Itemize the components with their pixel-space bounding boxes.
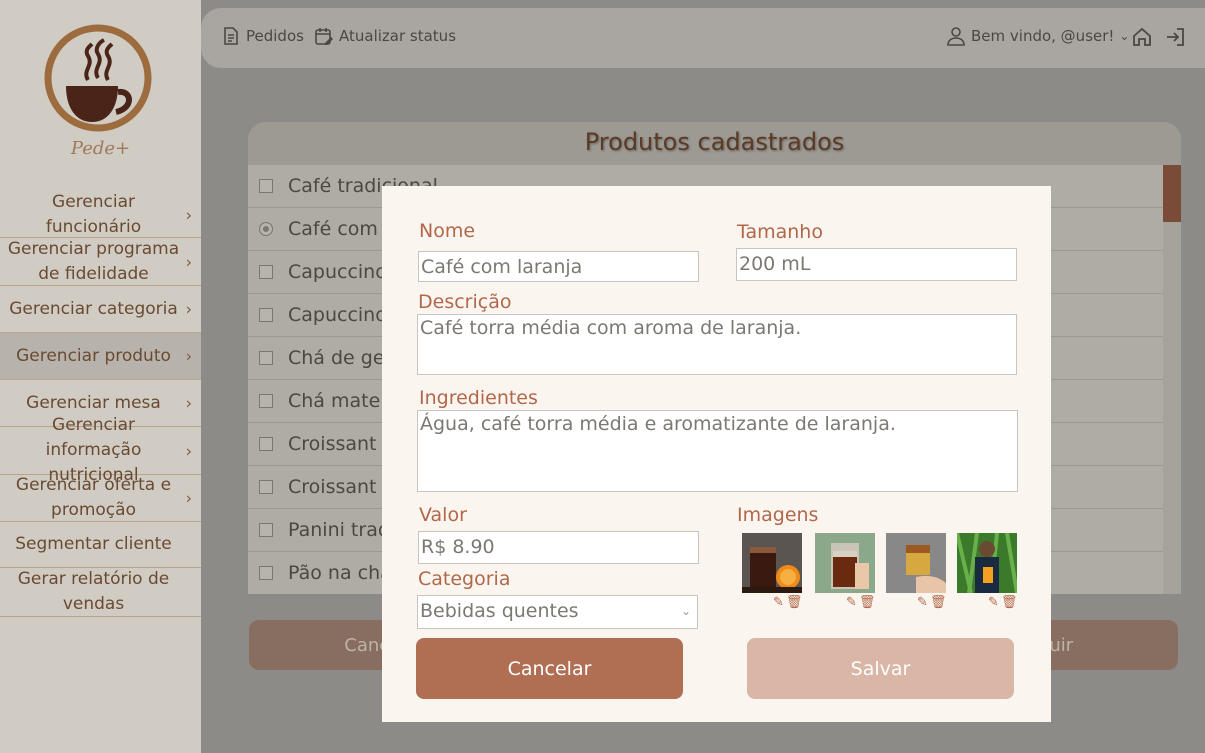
product-name: Capuccino (288, 261, 387, 283)
sidebar-item-label: Gerenciar categoria (9, 298, 178, 319)
checkbox[interactable] (259, 437, 273, 451)
checkbox[interactable] (259, 566, 273, 580)
product-name: Croissant (288, 433, 377, 455)
ingredients-field[interactable]: Água, café torra média e aromatizante de… (417, 410, 1018, 492)
image-actions: ✎ 🗑 (988, 595, 1017, 610)
images-label: Imagens (737, 504, 819, 526)
trash-icon[interactable]: 🗑 (859, 595, 876, 610)
chevron-right-icon: › (185, 441, 192, 460)
orders-link[interactable]: Pedidos (221, 26, 304, 46)
category-label: Categoria (418, 568, 511, 590)
sidebar: Pede+ Gerenciar funcionário › Gerenciar … (0, 0, 201, 753)
sidebar-item-fidelidade[interactable]: Gerenciar programa de fidelidade › (0, 238, 201, 286)
product-image-thumbnail[interactable] (742, 533, 802, 593)
product-image-thumbnail[interactable] (815, 533, 875, 593)
user-icon (947, 27, 965, 46)
product-image-thumbnail[interactable] (957, 533, 1017, 593)
brand-name: Pede+ (70, 138, 131, 159)
checkbox[interactable] (259, 308, 273, 322)
image-actions: ✎ 🗑 (917, 595, 946, 610)
document-icon (224, 27, 238, 45)
image-actions: ✎ 🗑 (846, 595, 875, 610)
chevron-right-icon: › (185, 299, 192, 319)
home-icon[interactable] (1131, 26, 1153, 48)
save-button[interactable]: Salvar (747, 638, 1014, 699)
checkbox[interactable] (259, 523, 273, 537)
checkbox[interactable] (259, 394, 273, 408)
edit-icon[interactable]: ✎ (988, 595, 999, 610)
sidebar-item-label: Gerenciar produto (16, 345, 171, 366)
sidebar-item-label: Gerenciar oferta e promoção (15, 475, 172, 520)
image-actions: ✎ 🗑 (773, 595, 802, 610)
sidebar-menu: Gerenciar funcionário › Gerenciar progra… (0, 192, 201, 617)
sidebar-item-funcionario[interactable]: Gerenciar funcionário › (0, 192, 201, 238)
chevron-down-icon: ⌄ (1119, 29, 1130, 43)
scrollbar[interactable] (1163, 165, 1181, 594)
description-label: Descrição (418, 291, 512, 313)
edit-product-modal: Nome Café com laranja Tamanho 200 mL Des… (382, 186, 1051, 722)
sidebar-item-label: Gerar relatório de vendas (17, 569, 170, 614)
product-image-thumbnail[interactable] (886, 533, 946, 593)
trash-icon[interactable]: 🗑 (1001, 595, 1018, 610)
checkbox[interactable] (259, 222, 273, 236)
orders-label: Pedidos (246, 27, 304, 45)
sidebar-item-relatorio[interactable]: Gerar relatório de vendas (0, 568, 201, 617)
chevron-right-icon: › (185, 252, 192, 271)
name-label: Nome (419, 220, 476, 242)
size-label: Tamanho (737, 221, 823, 243)
trash-icon[interactable]: 🗑 (786, 595, 803, 610)
sidebar-item-produto[interactable]: Gerenciar produto › (0, 333, 201, 380)
checkbox[interactable] (259, 265, 273, 279)
sidebar-item-nutricional[interactable]: Gerenciar informação nutricional › (0, 415, 201, 485)
sidebar-item-label: Gerenciar funcionário (45, 191, 142, 237)
checkbox[interactable] (259, 480, 273, 494)
chevron-right-icon: › (185, 346, 192, 366)
checkbox[interactable] (259, 179, 273, 193)
edit-icon[interactable]: ✎ (917, 595, 928, 610)
chevron-right-icon: › (185, 488, 192, 508)
update-status-link[interactable]: Atualizar status (314, 26, 456, 46)
product-name: Croissant (288, 476, 377, 498)
edit-icon[interactable]: ✎ (846, 595, 857, 610)
calendar-edit-icon (315, 28, 333, 45)
chevron-down-icon: ⌄ (680, 604, 691, 618)
edit-icon[interactable]: ✎ (773, 595, 784, 610)
products-title: Produtos cadastrados (248, 122, 1181, 165)
update-status-label: Atualizar status (339, 27, 457, 45)
logout-icon[interactable] (1164, 26, 1186, 48)
price-field[interactable]: R$ 8.90 (418, 531, 699, 564)
trash-icon[interactable]: 🗑 (930, 595, 947, 610)
top-bar: Pedidos Atualizar status Bem vindo, @use… (201, 8, 1205, 68)
sidebar-item-oferta[interactable]: Gerenciar oferta e promoção › (0, 475, 201, 522)
chevron-right-icon: › (185, 393, 192, 413)
welcome-label: Bem vindo, @user! (971, 27, 1115, 45)
product-name: Chá mate (288, 390, 381, 412)
category-value: Bebidas quentes (420, 600, 579, 622)
price-label: Valor (419, 504, 467, 526)
cancel-button[interactable]: Cancelar (416, 638, 683, 699)
category-select[interactable]: Bebidas quentes ⌄ (417, 595, 698, 629)
sidebar-item-categoria[interactable]: Gerenciar categoria › (0, 286, 201, 333)
scrollbar-thumb[interactable] (1163, 165, 1181, 222)
sidebar-item-segmentar[interactable]: Segmentar cliente (0, 522, 201, 568)
chevron-right-icon: › (185, 205, 192, 224)
sidebar-item-label: Gerenciar mesa (26, 392, 161, 413)
size-field[interactable]: 200 mL (736, 248, 1017, 281)
name-field[interactable]: Café com laranja (418, 251, 699, 282)
sidebar-item-label: Gerenciar programa de fidelidade (7, 238, 180, 284)
description-field[interactable]: Café torra média com aroma de laranja. (417, 314, 1017, 375)
sidebar-item-label: Segmentar cliente (15, 534, 172, 554)
user-menu[interactable]: Bem vindo, @user! ⌄ (946, 26, 1129, 46)
ingredients-label: Ingredientes (419, 387, 538, 409)
product-name: Capuccino (288, 304, 387, 326)
checkbox[interactable] (259, 351, 273, 365)
